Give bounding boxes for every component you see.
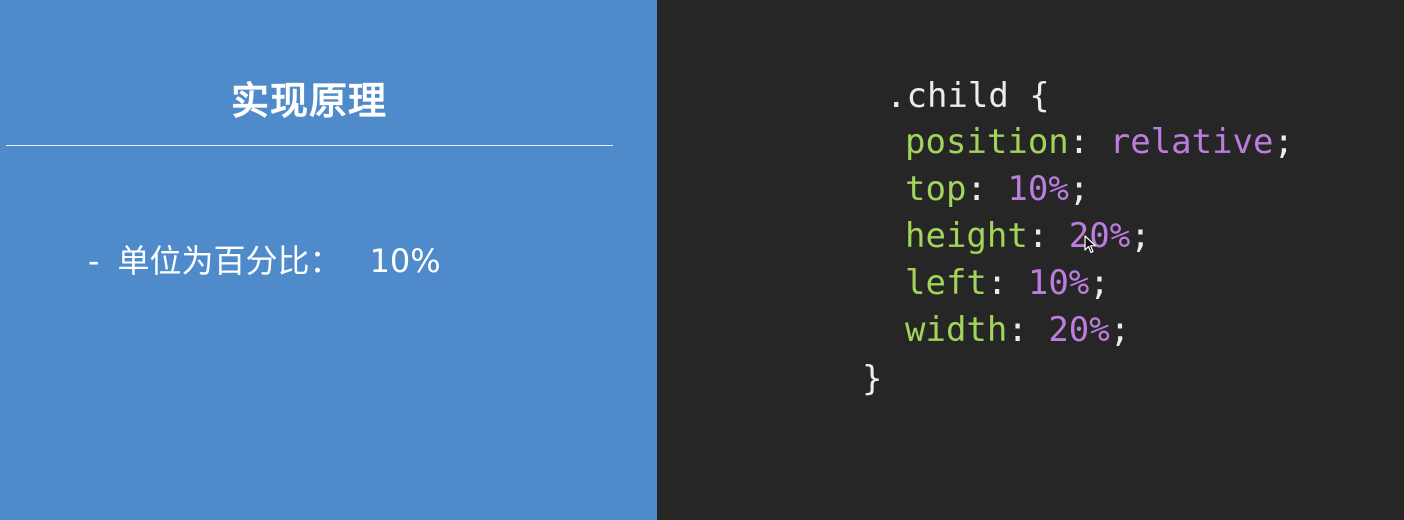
code-value: 20% [1048,310,1110,350]
code-selector-line: .child { [886,76,1050,116]
bullet-label: 单位为百分比： [117,242,342,280]
bullet-dash: - [88,242,100,280]
code-property: height [905,216,1028,256]
code-semicolon: ; [1068,169,1090,209]
code-semicolon: ; [1273,122,1294,162]
code-colon: : [1027,216,1049,256]
code-closing-line: } [862,359,882,399]
code-declaration: top: 10%; [905,169,1089,209]
title-divider [6,145,613,146]
code-colon: : [1007,310,1028,350]
code-panel: .child { position: relative; top: 10%; h… [657,0,1404,520]
slide-panel: 实现原理 - 单位为百分比： 10% [0,0,657,520]
code-semicolon: ; [1109,310,1131,350]
slide-title: 实现原理 [230,79,387,123]
code-declaration: width: 20%; [905,310,1130,350]
code-value: 20% [1068,216,1131,256]
bullet-value: 10% [369,242,441,280]
code-colon: : [966,169,987,209]
code-closing-brace: } [862,359,883,399]
code-value: 10% [1007,169,1069,209]
code-declaration: height: 20%; [905,216,1151,256]
code-colon: : [1068,122,1090,162]
code-declaration: left: 10%; [905,263,1110,303]
code-property: position [905,122,1069,162]
code-selector: .child { [886,76,1050,116]
screen: 实现原理 - 单位为百分比： 10% .child { position: rela… [0,0,1404,520]
code-colon: : [986,263,1008,303]
code-property: width [905,310,1008,350]
code-semicolon: ; [1089,263,1110,303]
code-semicolon: ; [1130,216,1151,256]
code-declaration: position: relative; [905,122,1294,162]
bullet-item: - 单位为百分比： 10% [88,236,441,282]
code-value: relative [1109,122,1274,162]
code-property: top [905,169,967,209]
code-property: left [905,263,987,303]
code-value: 10% [1027,263,1090,303]
